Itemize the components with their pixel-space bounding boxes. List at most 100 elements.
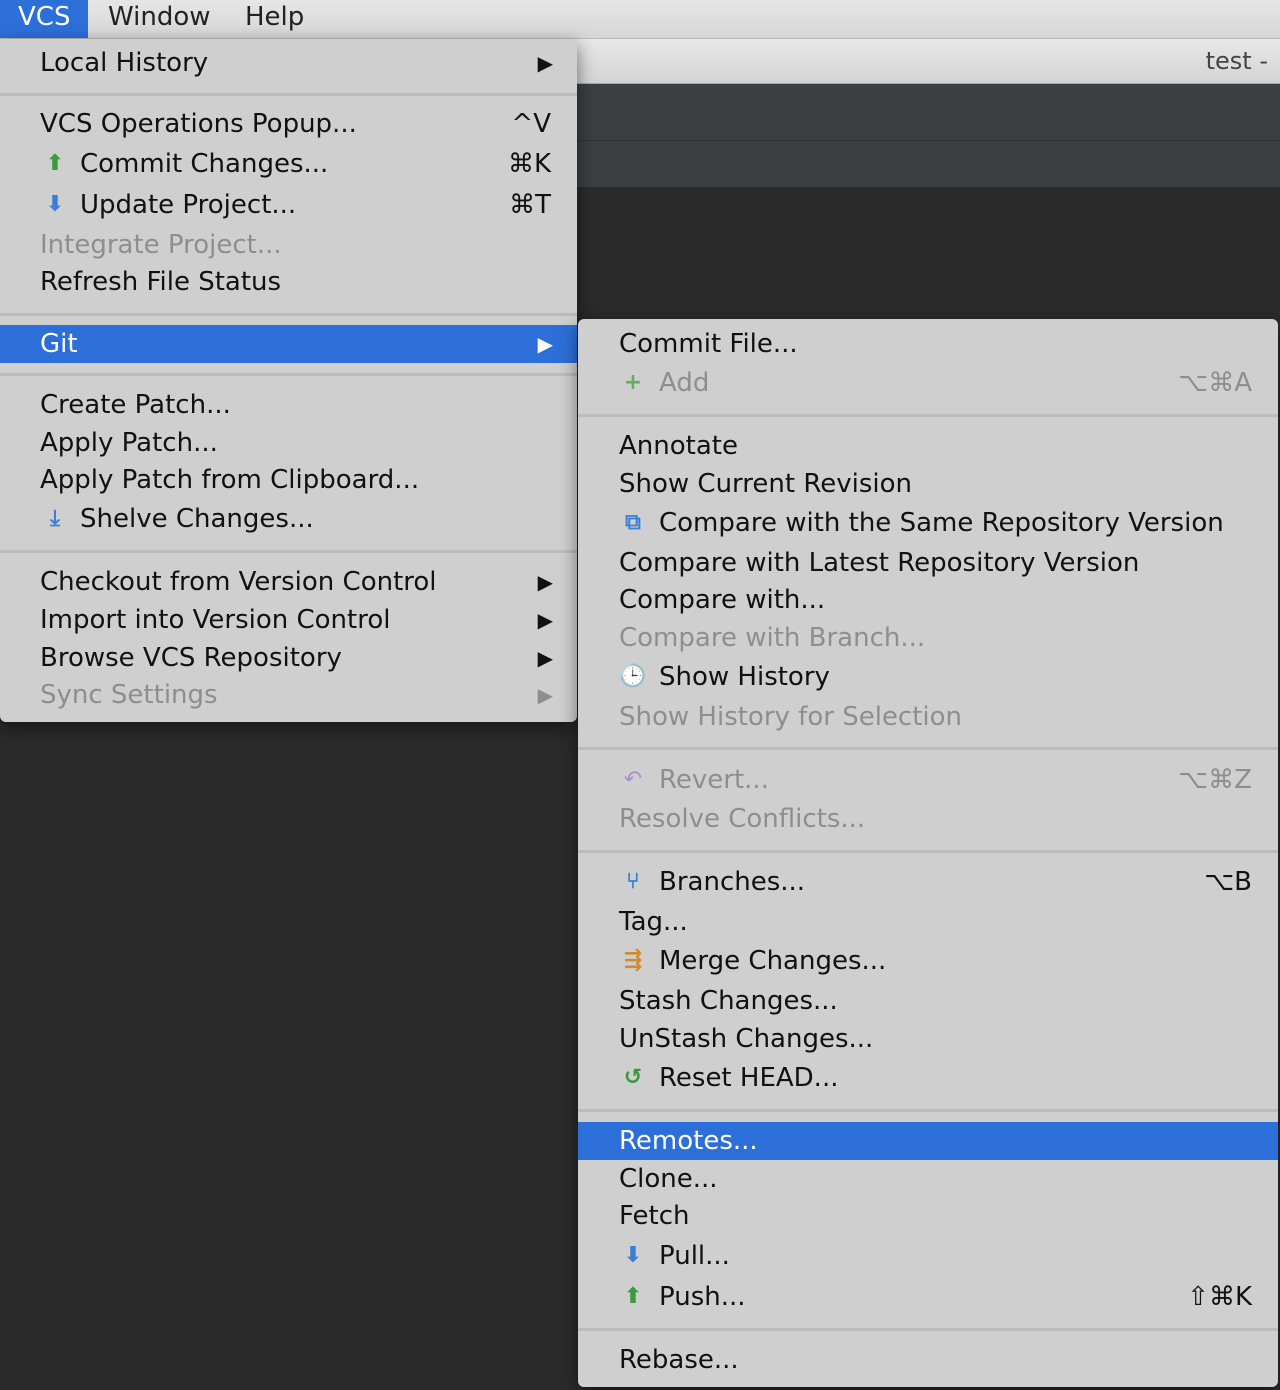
menu-item-compare-branch: Compare with Branch...: [578, 619, 1278, 657]
menu-item-shortcut: ^V: [511, 109, 551, 139]
revert-icon: ↶: [623, 767, 643, 792]
menu-item-fetch[interactable]: Fetch: [578, 1197, 1278, 1235]
menu-item-sync-settings: Sync Settings ▶: [0, 676, 577, 714]
menu-item-import[interactable]: Import into Version Control ▶: [0, 601, 577, 639]
shelve-icon: ⤓: [50, 506, 60, 531]
menu-item-push[interactable]: ⬆ Push... ⇧⌘K: [578, 1278, 1278, 1316]
menu-item-apply-patch[interactable]: Apply Patch...: [0, 424, 577, 462]
menu-item-label: Stash Changes...: [619, 986, 838, 1016]
ide-window-title: test -: [1205, 47, 1268, 75]
menu-item-commit-file[interactable]: Commit File...: [578, 325, 1278, 363]
menu-item-label: Tag...: [619, 907, 688, 937]
menubar-vcs[interactable]: VCS: [0, 0, 89, 38]
submenu-arrow-icon: ▶: [537, 608, 553, 632]
menu-item-label: Local History: [40, 48, 209, 78]
menu-item-label: Reset HEAD...: [659, 1063, 839, 1093]
menu-item-commit-changes[interactable]: ⬆ Commit Changes... ⌘K: [0, 145, 577, 183]
menu-item-checkout[interactable]: Checkout from Version Control ▶: [0, 563, 577, 601]
menu-item-add: + Add ⌥⌘A: [578, 364, 1278, 402]
menu-item-annotate[interactable]: Annotate: [578, 427, 1278, 465]
menu-item-label: Git: [40, 329, 78, 359]
menu-item-label: Checkout from Version Control: [40, 567, 437, 597]
menu-item-show-history-selection: Show History for Selection: [578, 698, 1278, 736]
menu-item-label: Compare with Branch...: [619, 623, 926, 653]
menu-item-shortcut: ⌥⌘Z: [1178, 765, 1252, 795]
menu-item-label: Compare with...: [619, 585, 826, 615]
menu-item-label: Browse VCS Repository: [40, 643, 342, 673]
submenu-arrow-icon: ▶: [537, 646, 553, 670]
menu-item-shortcut: ⌥B: [1204, 867, 1252, 897]
menu-item-label: Pull...: [659, 1241, 730, 1271]
compare-icon: ⧉: [625, 510, 641, 535]
menu-item-label: Remotes...: [619, 1126, 758, 1156]
menu-item-label: VCS Operations Popup...: [40, 109, 357, 139]
menu-item-show-current-revision[interactable]: Show Current Revision: [578, 465, 1278, 503]
menu-item-git[interactable]: Git ▶: [0, 325, 577, 363]
menu-item-integrate-project: Integrate Project...: [0, 226, 577, 264]
submenu-arrow-icon: ▶: [537, 332, 553, 356]
menu-item-shortcut: ⌘T: [509, 190, 551, 220]
merge-icon: ⇶: [623, 948, 643, 973]
menu-item-label: Apply Patch...: [40, 428, 218, 458]
menu-item-apply-patch-clipboard[interactable]: Apply Patch from Clipboard...: [0, 461, 577, 499]
menu-item-label: Revert...: [659, 765, 769, 795]
menu-item-label: Add: [659, 368, 710, 398]
menu-item-unstash-changes[interactable]: UnStash Changes...: [578, 1020, 1278, 1058]
menu-item-compare-with[interactable]: Compare with...: [578, 581, 1278, 619]
menu-item-label: Apply Patch from Clipboard...: [40, 465, 420, 495]
menu-item-label: Sync Settings: [40, 680, 218, 710]
menu-separator: [0, 313, 577, 316]
menu-separator: [0, 93, 577, 96]
menu-item-merge-changes[interactable]: ⇶ Merge Changes...: [578, 942, 1278, 980]
menu-item-remotes[interactable]: Remotes...: [578, 1122, 1278, 1160]
menu-item-rebase[interactable]: Rebase...: [578, 1341, 1278, 1379]
menu-item-label: Show History: [659, 662, 830, 692]
menu-separator: [578, 850, 1278, 853]
menu-separator: [578, 414, 1278, 417]
menu-item-label: Merge Changes...: [659, 946, 887, 976]
push-icon: ⬆: [623, 1284, 643, 1309]
menu-item-create-patch[interactable]: Create Patch...: [0, 386, 577, 424]
menu-item-shortcut: ⌘K: [507, 149, 551, 179]
menu-item-branches[interactable]: ⑂ Branches... ⌥B: [578, 863, 1278, 901]
menu-separator: [578, 1109, 1278, 1112]
menu-item-show-history[interactable]: 🕒 Show History: [578, 658, 1278, 696]
menu-item-resolve-conflicts: Resolve Conflicts...: [578, 800, 1278, 838]
menu-item-label: Import into Version Control: [40, 605, 391, 635]
branches-icon: ⑂: [626, 869, 640, 894]
menu-item-label: Push...: [659, 1282, 746, 1312]
menu-item-clone[interactable]: Clone...: [578, 1160, 1278, 1198]
menu-item-label: Commit Changes...: [80, 149, 329, 179]
menu-item-tag[interactable]: Tag...: [578, 903, 1278, 941]
ide-toolbar: [577, 84, 1280, 140]
menu-item-refresh-file-status[interactable]: Refresh File Status: [0, 263, 577, 301]
menu-item-shortcut: ⇧⌘K: [1187, 1282, 1252, 1312]
menu-item-vcs-operations-popup[interactable]: VCS Operations Popup... ^V: [0, 105, 577, 143]
menu-item-reset-head[interactable]: ↺ Reset HEAD...: [578, 1059, 1278, 1097]
menu-item-local-history[interactable]: Local History ▶: [0, 44, 577, 82]
menu-item-compare-latest[interactable]: Compare with Latest Repository Version: [578, 544, 1278, 582]
menu-item-label: Shelve Changes...: [80, 504, 314, 534]
ide-navbar: [577, 140, 1280, 187]
plus-icon: +: [623, 370, 643, 395]
menu-separator: [578, 747, 1278, 750]
submenu-arrow-icon: ▶: [537, 51, 553, 75]
vcs-menu: Local History ▶ VCS Operations Popup... …: [0, 39, 577, 722]
menu-item-revert: ↶ Revert... ⌥⌘Z: [578, 761, 1278, 799]
menu-item-stash-changes[interactable]: Stash Changes...: [578, 982, 1278, 1020]
menu-item-label: Show History for Selection: [619, 702, 963, 732]
menu-item-browse-vcs[interactable]: Browse VCS Repository ▶: [0, 639, 577, 677]
menu-item-pull[interactable]: ⬇ Pull...: [578, 1237, 1278, 1275]
menu-separator: [0, 550, 577, 553]
commit-arrow-up-icon: ⬆: [45, 151, 65, 176]
menu-item-update-project[interactable]: ⬇ Update Project... ⌘T: [0, 186, 577, 224]
menu-item-label: Commit File...: [619, 329, 798, 359]
menu-item-label: Fetch: [619, 1201, 690, 1231]
menu-item-label: Rebase...: [619, 1345, 739, 1375]
menu-item-shelve-changes[interactable]: ⤓ Shelve Changes...: [0, 500, 577, 538]
menu-item-compare-same[interactable]: ⧉ Compare with the Same Repository Versi…: [578, 504, 1278, 542]
update-arrow-down-icon: ⬇: [45, 192, 65, 217]
menubar-window[interactable]: Window: [90, 0, 229, 38]
submenu-arrow-icon: ▶: [537, 570, 553, 594]
menubar-help[interactable]: Help: [227, 0, 322, 38]
